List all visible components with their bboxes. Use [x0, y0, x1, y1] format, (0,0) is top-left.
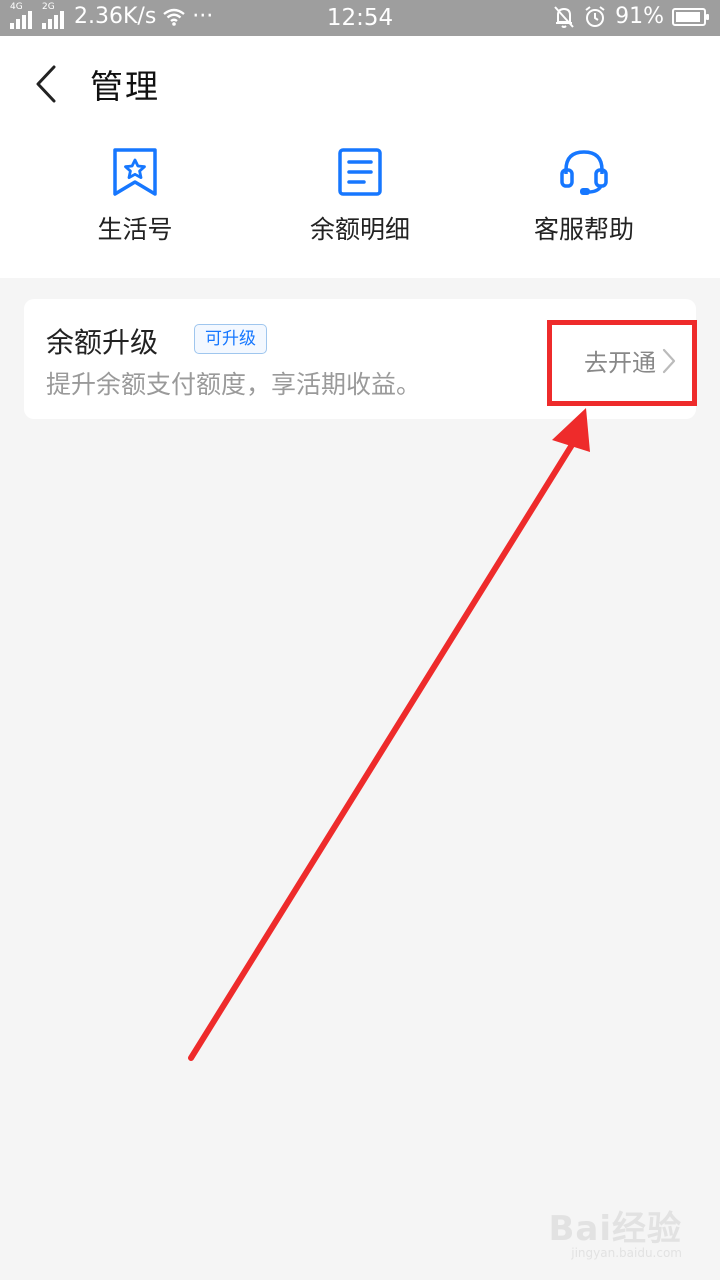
- header-panel: 管理 生活号 余额明细 客服帮助: [0, 36, 720, 278]
- bookmark-star-icon: [113, 148, 157, 196]
- status-bar: 4G 2G 2.36K/s ··· 12:54 91%: [0, 0, 720, 36]
- card-description: 提升余额支付额度，享活期收益。: [46, 370, 422, 399]
- annotation-highlight-box: [547, 320, 697, 406]
- chevron-left-icon: [36, 65, 56, 103]
- back-button[interactable]: [26, 62, 66, 106]
- page-title: 管理: [90, 67, 160, 106]
- battery-percent: 91%: [615, 4, 664, 29]
- mute-bell-icon: [554, 5, 574, 28]
- watermark-logo: Bai经验 jingyan.baidu.com: [548, 1201, 682, 1260]
- document-list-icon: [338, 148, 382, 196]
- shortcut-balance-detail[interactable]: 余额明细: [270, 146, 450, 256]
- headset-icon: [560, 150, 608, 195]
- watermark-brand: Bai经验: [548, 1209, 682, 1249]
- shortcut-life-account[interactable]: 生活号: [45, 146, 225, 256]
- battery-icon: [672, 7, 709, 26]
- shortcut-grid: 生活号 余额明细 客服帮助: [0, 146, 720, 256]
- upgrade-badge: 可升级: [194, 324, 267, 354]
- battery-fill: [676, 11, 700, 22]
- shortcut-label: 客服帮助: [533, 215, 634, 244]
- alarm-clock-icon: [585, 5, 605, 27]
- screen: 4G 2G 2.36K/s ··· 12:54 91% 管理 生活号 余额明细 …: [0, 0, 720, 1280]
- shortcut-label: 生活号: [97, 215, 173, 244]
- shortcut-customer-service[interactable]: 客服帮助: [494, 146, 674, 256]
- status-right: 91%: [553, 4, 709, 29]
- card-title: 余额升级: [46, 326, 159, 359]
- shortcut-label: 余额明细: [309, 215, 410, 244]
